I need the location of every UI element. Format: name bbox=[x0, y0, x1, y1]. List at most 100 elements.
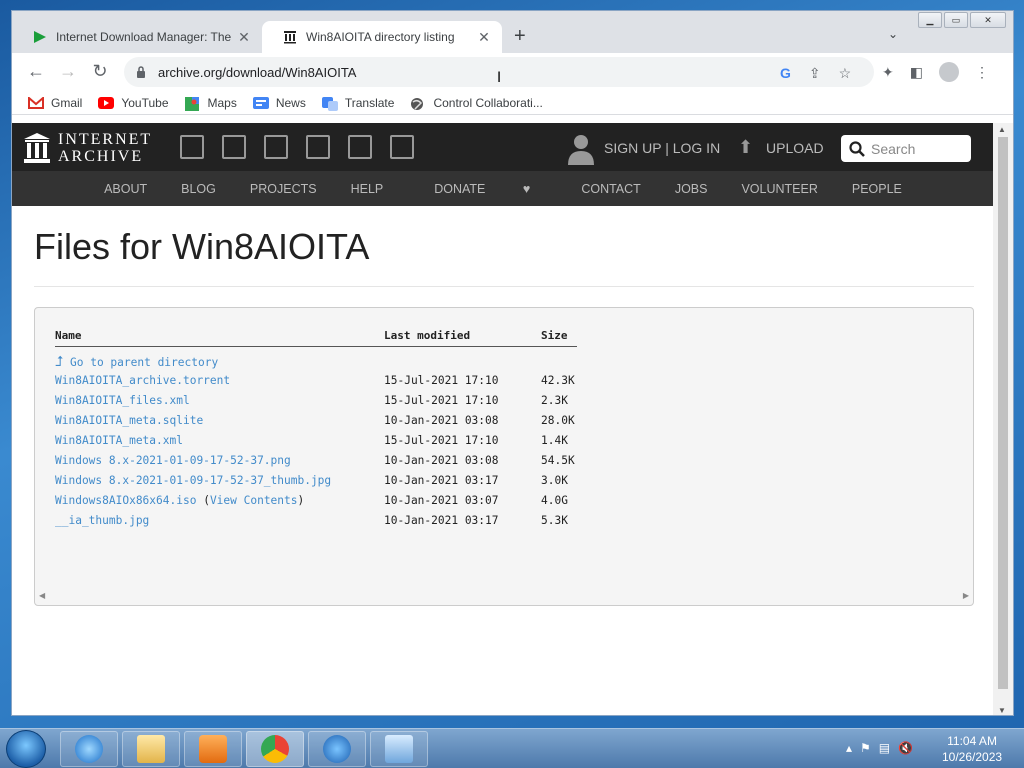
taskbar-control-panel[interactable] bbox=[370, 731, 428, 767]
ia-logo[interactable]: INTERNET ARCHIVE bbox=[24, 131, 152, 165]
nav-about[interactable]: ABOUT bbox=[104, 182, 147, 196]
file-link[interactable]: Win8AIOITA_archive.torrent bbox=[55, 374, 230, 387]
scroll-down-icon[interactable]: ▼ bbox=[998, 706, 1006, 715]
file-date: 10-Jan-2021 03:17 bbox=[384, 474, 499, 487]
audio-icon[interactable] bbox=[306, 135, 330, 159]
bookmark-maps[interactable]: Maps bbox=[184, 96, 237, 111]
nav-blog[interactable]: BLOG bbox=[181, 182, 216, 196]
nav-donate[interactable]: DONATE ♥ bbox=[417, 182, 547, 196]
bookmark-translate[interactable]: Translate bbox=[321, 95, 395, 111]
clock-date: 10/26/2023 bbox=[942, 750, 1003, 764]
url-text: archive.org/download/Win8AIOITA bbox=[158, 64, 357, 80]
ia-nav-bar: ABOUT BLOG PROJECTS HELP DONATE ♥ CONTAC… bbox=[12, 171, 994, 206]
scrollbar-thumb[interactable] bbox=[998, 137, 1008, 689]
nav-people[interactable]: PEOPLE bbox=[852, 182, 902, 196]
column-header-modified[interactable]: Last modified bbox=[384, 329, 470, 342]
signup-login-link[interactable]: SIGN UP | LOG IN bbox=[604, 140, 720, 156]
back-icon[interactable]: ← bbox=[24, 61, 48, 82]
translate-icon bbox=[321, 96, 338, 111]
show-hidden-icons-icon[interactable]: ▴ bbox=[846, 741, 852, 755]
bookmark-label: Translate bbox=[344, 95, 395, 110]
view-contents-link[interactable]: View Contents bbox=[210, 494, 298, 507]
horizontal-scrollbar[interactable]: ◀ ▶ bbox=[35, 589, 973, 605]
upload-icon[interactable]: ⬆ bbox=[738, 137, 753, 158]
taskbar-media-player[interactable] bbox=[184, 731, 242, 767]
file-link[interactable]: Win8AIOITA_files.xml bbox=[55, 394, 190, 407]
tab-idm[interactable]: Internet Download Manager: The ✕ bbox=[12, 21, 262, 53]
file-link[interactable]: Windows8AIOx86x64.iso bbox=[55, 494, 196, 507]
user-icon[interactable] bbox=[568, 133, 594, 165]
new-tab-icon[interactable]: + bbox=[514, 25, 526, 48]
divider bbox=[34, 286, 974, 287]
upload-link[interactable]: UPLOAD bbox=[766, 140, 824, 156]
web-icon[interactable] bbox=[180, 135, 204, 159]
omnibox-actions: G ⇪ ☆ bbox=[780, 65, 851, 82]
menu-icon[interactable]: ⋮ bbox=[975, 64, 989, 84]
flag-icon[interactable]: ⚑ bbox=[860, 741, 871, 755]
file-link[interactable]: Windows 8.x-2021-01-09-17-52-37.png bbox=[55, 454, 291, 467]
nav-volunteer[interactable]: VOLUNTEER bbox=[741, 182, 817, 196]
nav-contact[interactable]: CONTACT bbox=[581, 182, 641, 196]
file-link[interactable]: Windows 8.x-2021-01-09-17-52-37_thumb.jp… bbox=[55, 474, 331, 487]
side-panel-icon[interactable]: ◧ bbox=[910, 64, 923, 84]
text-cursor-icon: Ι bbox=[497, 70, 502, 86]
tab-strip: Internet Download Manager: The ✕ Win8AIO… bbox=[12, 11, 1013, 53]
volume-muted-icon[interactable]: 🔇 bbox=[898, 741, 913, 755]
images-icon[interactable] bbox=[390, 135, 414, 159]
restore-icon[interactable]: ▭ bbox=[944, 12, 968, 28]
taskbar-idm[interactable] bbox=[308, 731, 366, 767]
taskbar-ie[interactable] bbox=[60, 731, 118, 767]
folder-icon bbox=[137, 735, 165, 763]
clock[interactable]: 11:04 AM 10/26/2023 bbox=[942, 733, 1002, 765]
bookmark-gmail[interactable]: Gmail bbox=[28, 95, 82, 110]
parent-directory-link[interactable]: ⮥ Go to parent directory bbox=[55, 354, 218, 370]
bookmark-control-collaboration[interactable]: Control Collaborati... bbox=[410, 96, 543, 110]
nav-jobs[interactable]: JOBS bbox=[675, 182, 708, 196]
file-size: 4.0G bbox=[541, 494, 568, 507]
system-tray: ▴ ⚑ ▤ 🔇 bbox=[846, 741, 913, 755]
file-link[interactable]: Win8AIOITA_meta.xml bbox=[55, 434, 183, 447]
ia-search-input[interactable]: Search bbox=[841, 135, 971, 162]
vertical-scrollbar[interactable]: ▲ ▼ bbox=[993, 123, 1013, 715]
google-lens-icon[interactable]: G bbox=[780, 65, 791, 82]
tab-win8aioita[interactable]: Win8AIOITA directory listing ✕ bbox=[262, 21, 502, 53]
reload-icon[interactable]: ↻ bbox=[88, 61, 112, 82]
close-icon[interactable]: ✕ bbox=[234, 29, 254, 46]
start-button[interactable] bbox=[6, 730, 46, 768]
scroll-left-icon[interactable]: ◀ bbox=[39, 591, 45, 600]
extensions-icon[interactable]: ✦ bbox=[882, 64, 894, 84]
archive-building-icon bbox=[24, 133, 50, 163]
internet-explorer-icon bbox=[75, 735, 103, 763]
file-cell: Windows8AIOx86x64.iso (View Contents) bbox=[55, 494, 305, 507]
nav-projects[interactable]: PROJECTS bbox=[250, 182, 317, 196]
bookmark-youtube[interactable]: YouTube bbox=[98, 96, 169, 110]
file-size: 3.0K bbox=[541, 474, 568, 487]
globe-icon bbox=[410, 97, 426, 110]
scroll-up-icon[interactable]: ▲ bbox=[998, 125, 1006, 134]
file-link[interactable]: __ia_thumb.jpg bbox=[55, 514, 149, 527]
file-link[interactable]: Win8AIOITA_meta.sqlite bbox=[55, 414, 203, 427]
chevron-down-icon[interactable]: ⌄ bbox=[888, 27, 898, 41]
minimize-icon[interactable]: ▁ bbox=[918, 12, 942, 28]
scroll-right-icon[interactable]: ▶ bbox=[963, 591, 969, 600]
bookmark-news[interactable]: News bbox=[252, 96, 306, 110]
file-date: 15-Jul-2021 17:10 bbox=[384, 374, 499, 387]
video-icon[interactable] bbox=[264, 135, 288, 159]
heart-icon: ♥ bbox=[522, 181, 531, 196]
nav-help[interactable]: HELP bbox=[351, 182, 384, 196]
taskbar-chrome[interactable] bbox=[246, 731, 304, 767]
close-window-icon[interactable]: ✕ bbox=[970, 12, 1006, 28]
software-icon[interactable] bbox=[348, 135, 372, 159]
taskbar-explorer[interactable] bbox=[122, 731, 180, 767]
column-header-size[interactable]: Size bbox=[541, 329, 568, 342]
bookmark-star-icon[interactable]: ☆ bbox=[839, 65, 852, 82]
texts-icon[interactable] bbox=[222, 135, 246, 159]
close-icon[interactable]: ✕ bbox=[474, 29, 494, 46]
search-placeholder: Search bbox=[871, 140, 916, 157]
share-icon[interactable]: ⇪ bbox=[809, 65, 821, 82]
network-icon[interactable]: ▤ bbox=[879, 741, 890, 755]
forward-icon[interactable]: → bbox=[56, 61, 80, 82]
column-header-name[interactable]: Name bbox=[55, 329, 82, 342]
file-date: 10-Jan-2021 03:08 bbox=[384, 414, 499, 427]
profile-avatar[interactable] bbox=[938, 62, 959, 82]
